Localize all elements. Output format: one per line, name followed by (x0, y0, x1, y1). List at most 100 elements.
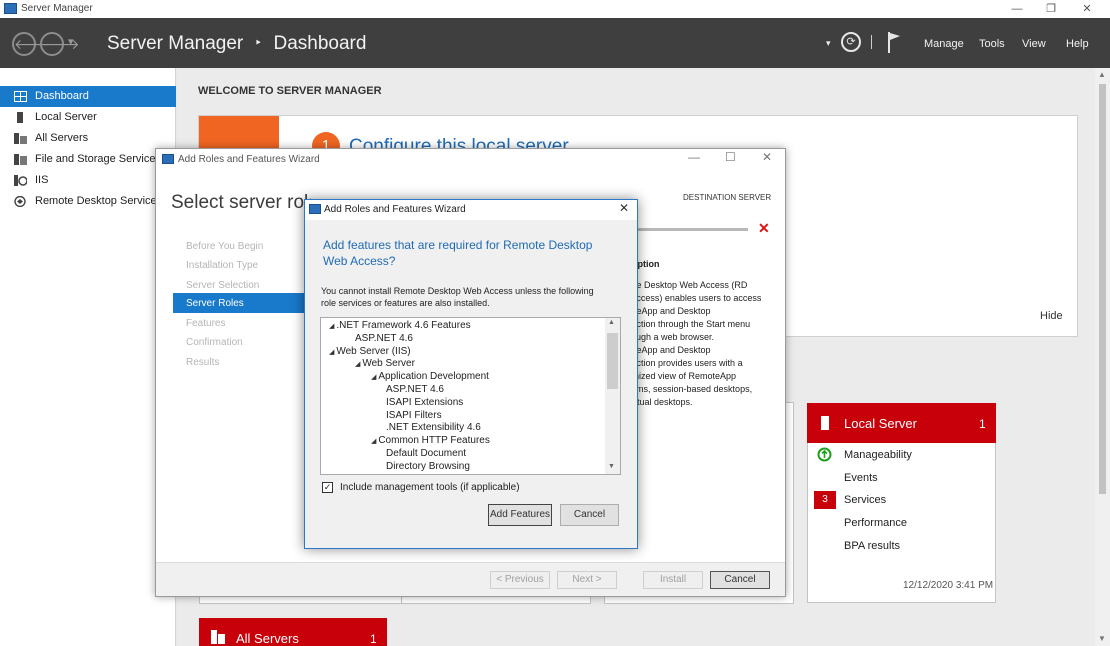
wizard-step-results[interactable]: Results (186, 357, 219, 368)
tree-item: ISAPI Extensions (386, 397, 463, 408)
dialog-message-line: You cannot install Remote Desktop Web Ac… (321, 286, 594, 296)
tree-item-label: ASP.NET 4.6 (355, 332, 413, 344)
tree-item-label: ASP.NET 4.6 (386, 384, 444, 395)
tile-item-services[interactable]: Services (844, 494, 886, 506)
scroll-down-icon[interactable]: ▼ (1098, 634, 1106, 643)
sidebar-item-label: Dashboard (35, 90, 89, 102)
dialog-close-button[interactable]: ✕ (619, 201, 629, 215)
welcome-heading: WELCOME TO SERVER MANAGER (198, 85, 382, 97)
wizard-step-before-you-begin[interactable]: Before You Begin (186, 241, 263, 252)
breadcrumb-app: Server Manager (107, 33, 244, 54)
wizard-minimize-button[interactable]: — (688, 150, 700, 164)
servers-icon (14, 133, 27, 144)
dialog-heading-line: Web Access? (323, 254, 396, 268)
tree-item-label: Web Server (362, 358, 415, 370)
install-button[interactable]: Install (643, 571, 703, 589)
tree-item: ◢ Common HTTP Features (371, 435, 490, 446)
forward-arrow-icon[interactable]: 🡒 (40, 32, 80, 56)
tree-item: ASP.NET 4.6 (386, 384, 444, 395)
notifications-dropdown-icon[interactable]: ▾ (826, 38, 831, 49)
server-icon (821, 416, 829, 430)
dialog-heading: Add features that are required for Remot… (323, 237, 592, 269)
destination-server-label: DESTINATION SERVER (683, 193, 772, 202)
tree-item: .NET Extensibility 4.6 (386, 422, 481, 433)
tree-scroll-up-icon[interactable]: ▲ (608, 319, 615, 326)
dialog-title: Add Roles and Features Wizard (324, 204, 466, 215)
tree-scroll-down-icon[interactable]: ▼ (608, 463, 615, 470)
main-scrollbar-thumb[interactable] (1099, 84, 1106, 494)
wizard-step-server-roles[interactable]: Server Roles (173, 293, 304, 313)
sidebar-item-label: Remote Desktop Services (35, 195, 163, 207)
include-tools-label[interactable]: Include management tools (if applicable) (340, 482, 520, 493)
refresh-icon[interactable]: ⟳ (841, 32, 861, 52)
tree-item-label: Application Development (378, 371, 489, 383)
tree-item-label: Default Document (386, 448, 467, 459)
sidebar-item-dashboard[interactable]: Dashboard (0, 86, 176, 107)
tree-scrollbar-thumb[interactable] (607, 333, 618, 389)
tree-items: ◢ .NET Framework 4.6 Features ASP.NET 4.6… (321, 320, 606, 474)
all-servers-count: 1 (370, 632, 377, 646)
scroll-up-icon[interactable]: ▲ (1098, 70, 1106, 79)
tile-item-performance[interactable]: Performance (844, 517, 907, 529)
wizard-step-features[interactable]: Features (186, 318, 225, 329)
wizard-step-confirmation[interactable]: Confirmation (186, 337, 243, 348)
iis-icon (14, 175, 27, 186)
tree-item: Directory Browsing (386, 461, 470, 472)
tree-item: ASP.NET 4.6 (355, 333, 413, 344)
sidebar-item-remote-desktop[interactable]: Remote Desktop Services (0, 191, 176, 212)
add-features-button[interactable]: Add Features (488, 504, 552, 526)
server-manager-app-icon (4, 3, 17, 14)
tree-item-label: ISAPI Filters (386, 409, 442, 421)
sidebar-item-iis[interactable]: IIS (0, 170, 176, 191)
minimize-button[interactable]: — (1000, 0, 1034, 18)
wizard-close-button[interactable]: ✕ (762, 150, 772, 164)
breadcrumb-page: Dashboard (273, 33, 367, 54)
dialog-heading-line: Add features that are required for Remot… (323, 238, 593, 252)
menu-manage[interactable]: Manage (924, 38, 964, 50)
hide-link[interactable]: Hide (1040, 310, 1063, 322)
next-button[interactable]: Next > (557, 571, 617, 589)
sidebar-item-label: IIS (35, 174, 49, 186)
wizard-title: Add Roles and Features Wizard (178, 154, 320, 165)
menu-tools[interactable]: Tools (979, 38, 1005, 50)
back-arrow-icon[interactable]: 🡐 (12, 32, 52, 56)
storage-icon (14, 154, 27, 165)
sidebar-item-local-server[interactable]: Local Server (0, 107, 176, 128)
tile-timestamp: 12/12/2020 3:41 PM (903, 580, 994, 591)
local-server-count: 1 (979, 417, 986, 431)
sidebar-item-label: File and Storage Services (35, 153, 161, 165)
sidebar-item-file-storage[interactable]: File and Storage Services (0, 149, 176, 170)
tree-item: ◢ Web Server (355, 358, 415, 369)
wizard-step-installation-type[interactable]: Installation Type (186, 260, 258, 271)
dialog-cancel-button[interactable]: Cancel (560, 504, 619, 526)
remote-desktop-icon (14, 196, 26, 207)
header-divider (871, 35, 872, 49)
tile-item-manageability[interactable]: Manageability (844, 449, 912, 461)
dialog-message: You cannot install Remote Desktop Web Ac… (321, 285, 594, 309)
sidebar-item-all-servers[interactable]: All Servers (0, 128, 176, 149)
menu-view[interactable]: View (1022, 38, 1046, 50)
tile-item-bpa-results[interactable]: BPA results (844, 540, 900, 552)
tile-item-events[interactable]: Events (844, 472, 878, 484)
close-button[interactable]: ✕ (1070, 0, 1104, 18)
local-server-tile-header[interactable]: Local Server 1 (807, 403, 996, 443)
tree-item-label: Directory Browsing (386, 460, 470, 472)
wizard-cancel-button[interactable]: Cancel (710, 571, 770, 589)
previous-button[interactable]: < Previous (490, 571, 550, 589)
tree-item: ISAPI Filters (386, 410, 442, 421)
tree-item: ◢ Application Development (371, 371, 489, 382)
wizard-heading: Select server roles (171, 192, 311, 213)
wizard-step-server-selection[interactable]: Server Selection (186, 280, 259, 291)
wizard-maximize-button[interactable]: ☐ (725, 150, 736, 164)
restore-button[interactable]: ❐ (1034, 0, 1068, 18)
wizard-app-icon (162, 154, 174, 164)
history-dropdown-icon[interactable]: ▾ (68, 35, 74, 48)
menu-help[interactable]: Help (1066, 38, 1089, 50)
tree-item: ◢ Web Server (IIS) (329, 346, 411, 357)
flag-icon[interactable] (886, 30, 902, 54)
all-servers-tile-title: All Servers (236, 631, 299, 646)
tree-item: Default Document (386, 448, 466, 459)
all-servers-tile-header[interactable]: All Servers 1 (199, 618, 387, 646)
services-alert-badge: 3 (814, 491, 836, 509)
include-tools-checkbox[interactable]: ✓ (322, 482, 333, 493)
